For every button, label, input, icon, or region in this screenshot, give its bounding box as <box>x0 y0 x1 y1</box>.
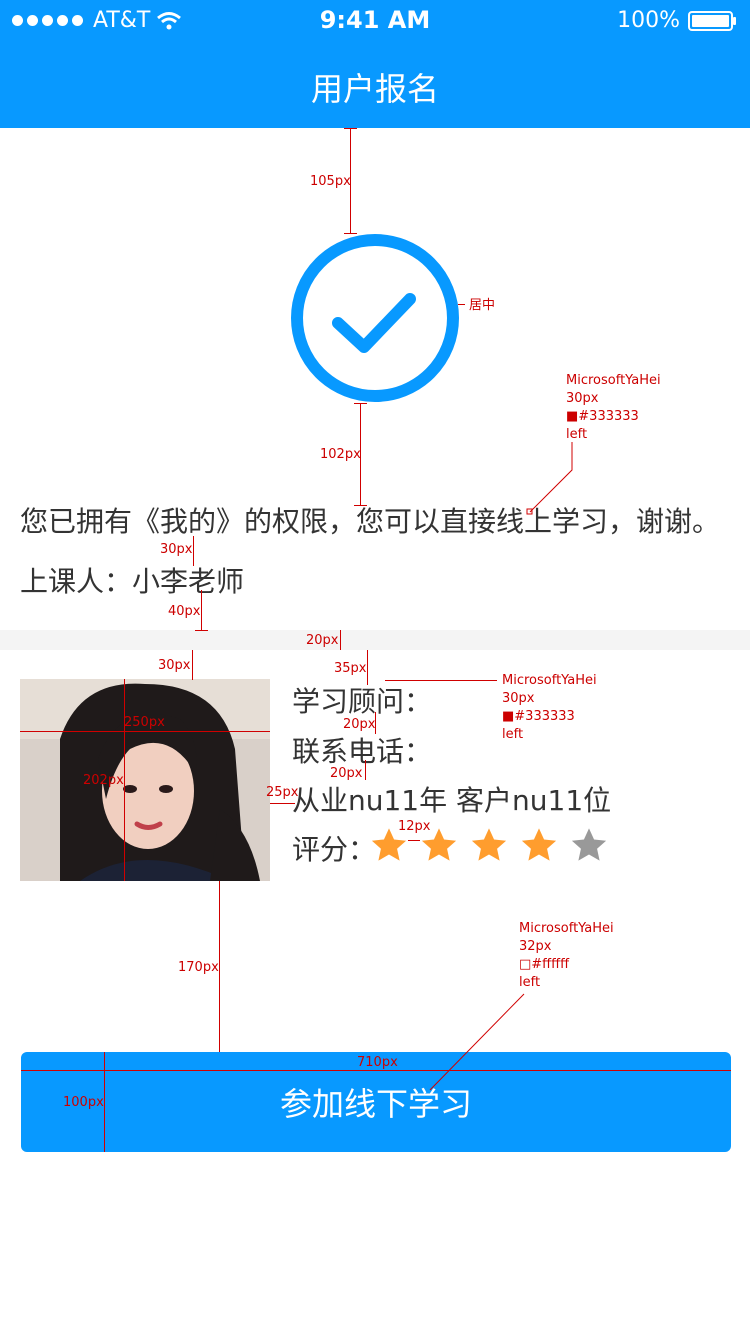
annotation-line <box>344 128 357 129</box>
annotation-100: 100px <box>63 1095 104 1110</box>
annotation-25: 25px <box>266 785 299 800</box>
advisor-photo-image <box>20 679 270 881</box>
annotation-710: 710px <box>357 1055 398 1070</box>
experience-label: 从业nu11年 客户nu11位 <box>292 784 612 817</box>
annotation-font-spec-2: MicrosoftYaHei 30px ■#333333 left <box>502 673 597 742</box>
battery-percent: 100% <box>617 8 680 33</box>
check-circle-icon <box>291 234 459 402</box>
teacher-label: 上课人：小李老师 <box>20 565 245 598</box>
status-bar: AT&T 9:41 AM 100% <box>0 0 750 40</box>
annotation-20-b: 20px <box>343 717 376 732</box>
annotation-leader <box>526 442 573 515</box>
annotation-30-b: 30px <box>158 658 191 673</box>
star-icon <box>571 828 607 861</box>
status-right: 100% <box>617 8 738 33</box>
battery-icon <box>688 10 736 31</box>
annotation-line <box>195 630 208 631</box>
annotation-20-c: 20px <box>330 766 363 781</box>
annotation-line <box>365 760 366 780</box>
annotation-line <box>367 650 368 685</box>
rating-label: 评分： <box>292 833 377 866</box>
annotation-line <box>270 803 295 804</box>
annotation-font-spec-1: MicrosoftYaHei 30px ■#333333 left <box>566 373 661 442</box>
annotation-20-a: 20px <box>306 633 339 648</box>
annotation-line <box>192 650 193 680</box>
annotation-line <box>201 590 202 630</box>
annotation-40: 40px <box>168 604 201 619</box>
star-icon <box>521 828 557 861</box>
annotation-102: 102px <box>320 447 361 462</box>
annotation-line <box>354 403 367 404</box>
annotation-12: 12px <box>398 819 431 834</box>
star-icon <box>471 828 507 861</box>
annotation-line <box>408 840 420 841</box>
annotation-30-a: 30px <box>160 542 193 557</box>
advisor-label: 学习顾问： <box>292 685 433 718</box>
annotation-35: 35px <box>334 661 367 676</box>
annotation-line <box>344 233 357 234</box>
annotation-170: 170px <box>178 960 219 975</box>
annotation-center: 居中 <box>469 298 496 313</box>
section-divider <box>0 630 750 650</box>
annotation-font-spec-3: MicrosoftYaHei 32px □#ffffff left <box>519 921 614 990</box>
annotation-line <box>219 881 220 1052</box>
annotation-leader <box>429 993 525 1091</box>
annotation-line <box>124 679 125 881</box>
nav-bar: 用户报名 <box>0 40 750 128</box>
annotation-line <box>104 1052 105 1152</box>
annotation-105: 105px <box>310 174 351 189</box>
page-title: 用户报名 <box>310 70 439 108</box>
annotation-250: 250px <box>124 715 165 730</box>
annotation-line <box>354 505 367 506</box>
annotation-202: 202px <box>83 773 124 788</box>
annotation-line <box>385 680 497 681</box>
annotation-line <box>340 630 341 650</box>
advisor-photo <box>20 679 270 881</box>
success-message: 您已拥有《我的》的权限，您可以直接线上学习，谢谢。 <box>20 505 721 538</box>
phone-label: 联系电话： <box>292 735 433 768</box>
annotation-line <box>458 304 465 305</box>
annotation-line <box>193 536 194 566</box>
